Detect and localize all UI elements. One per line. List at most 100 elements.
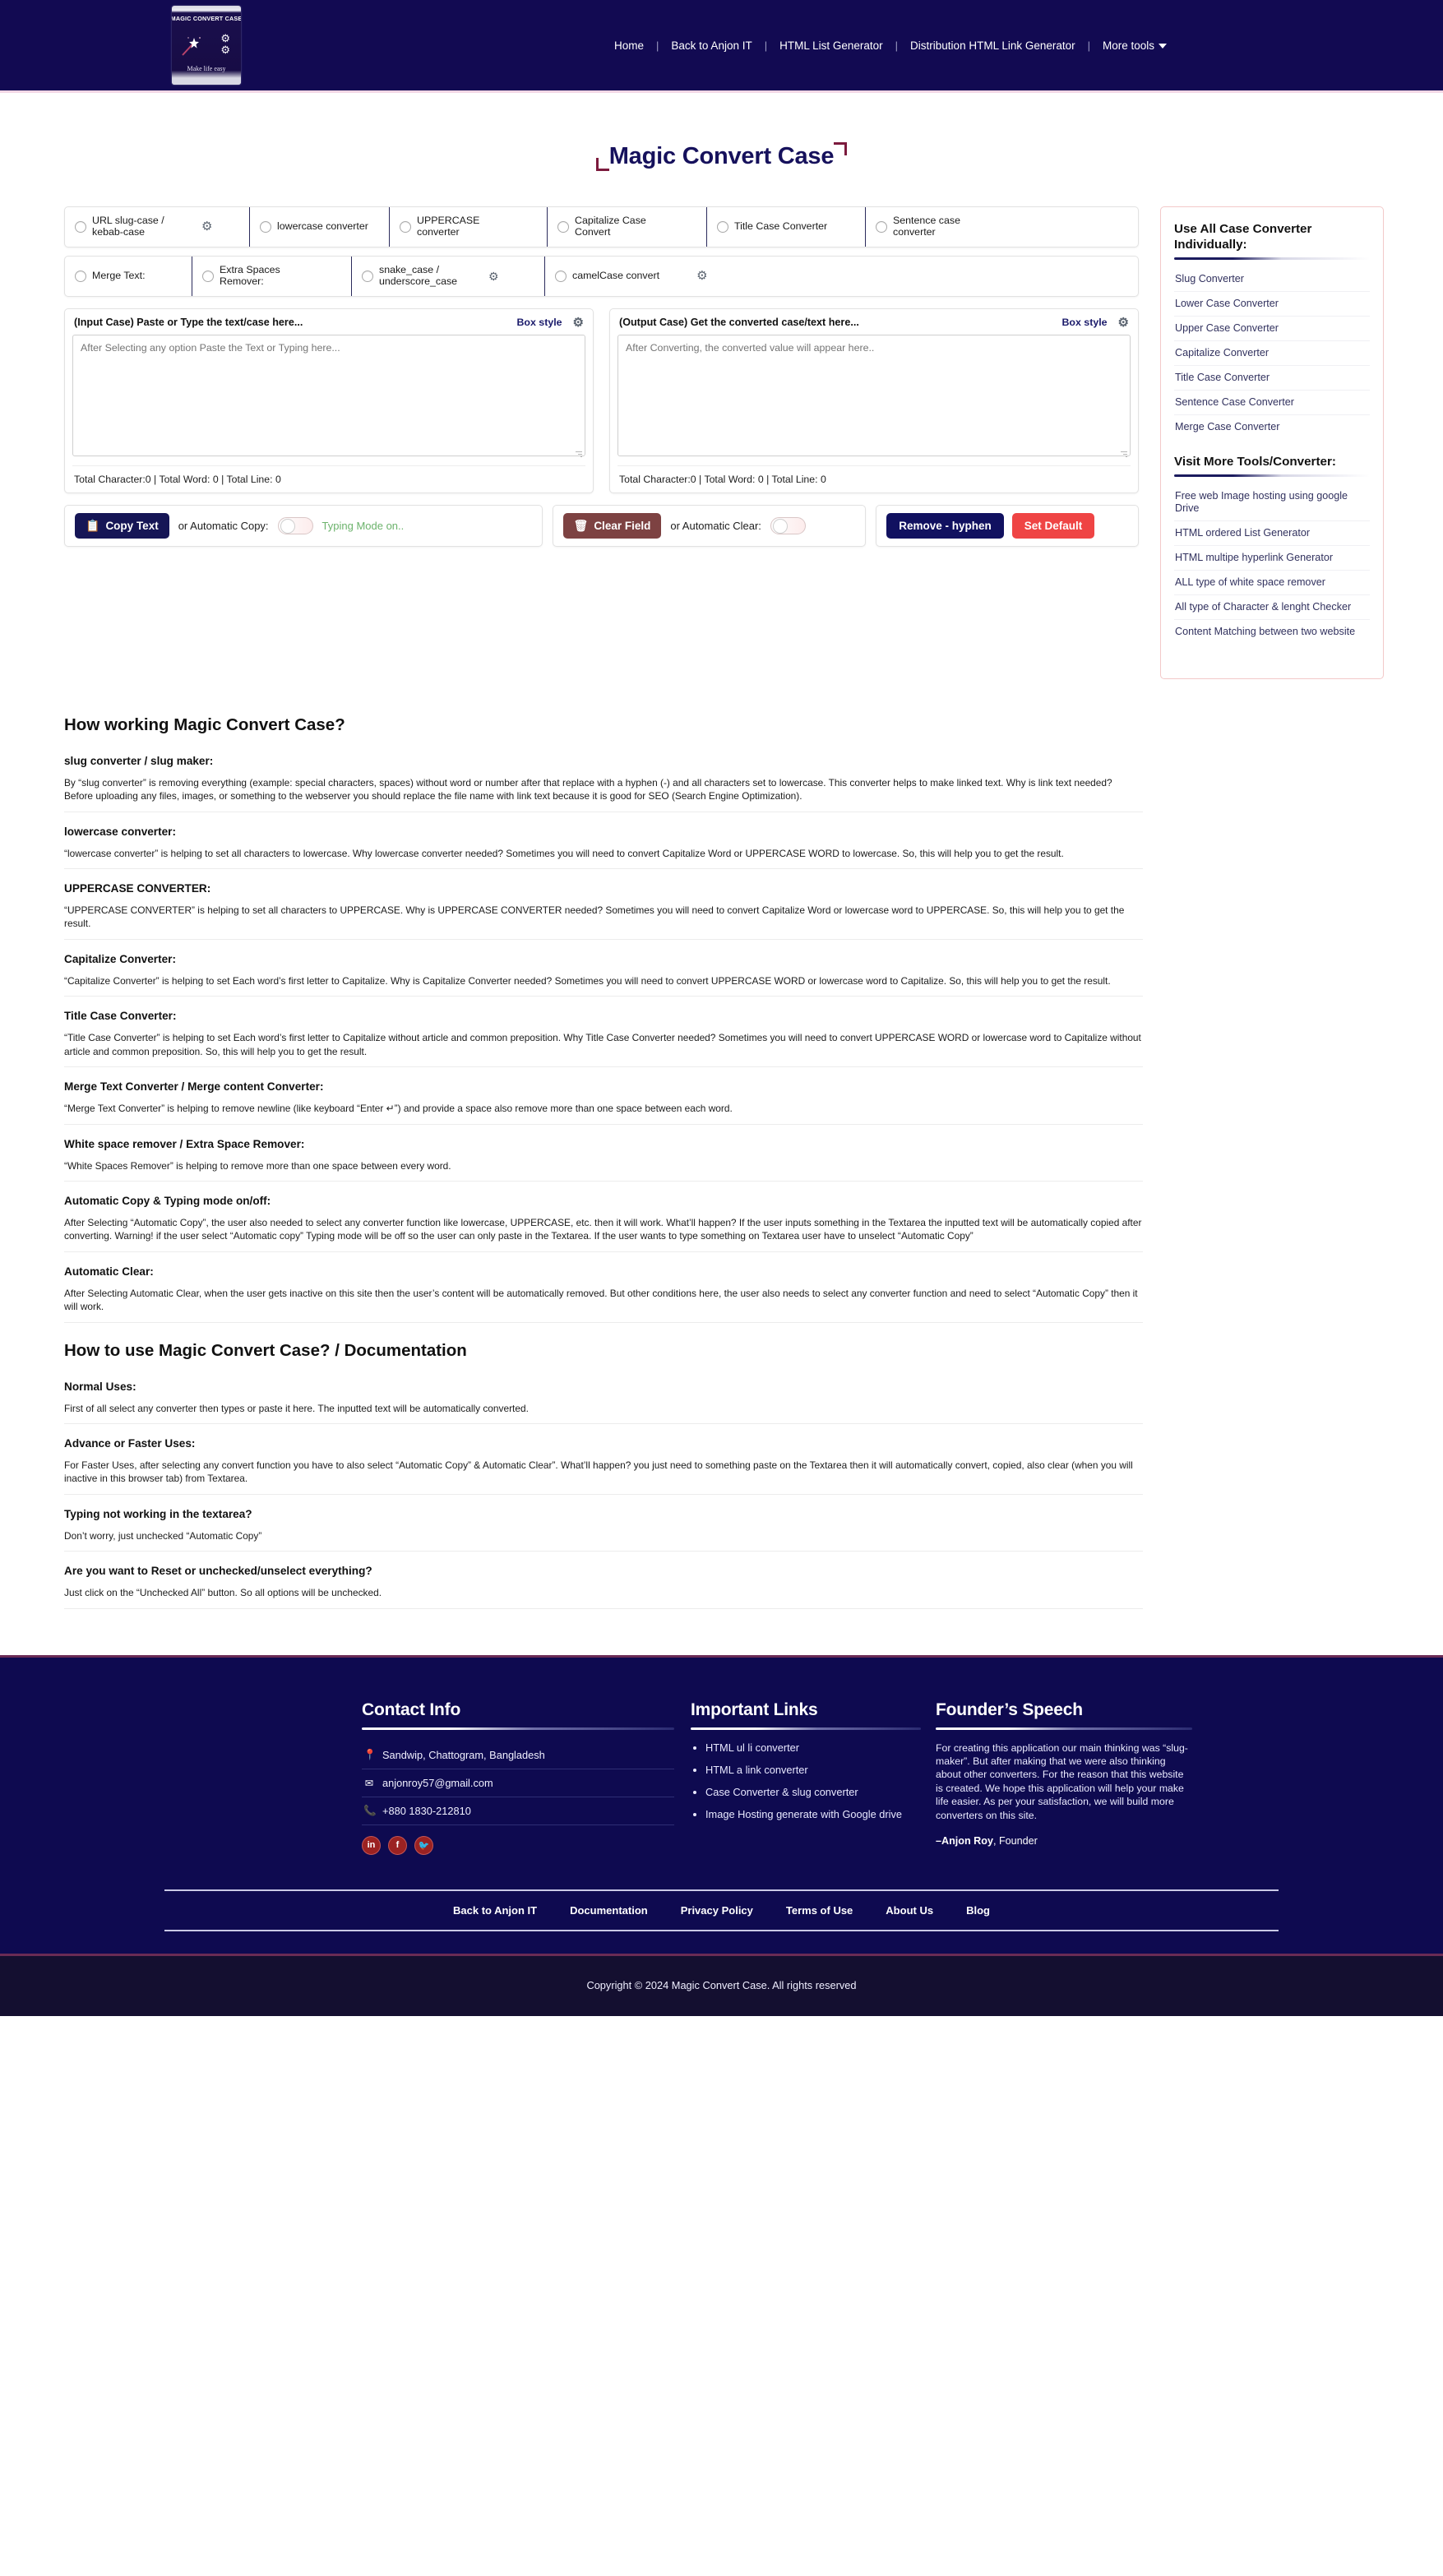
footer-link-case-slug-converter[interactable]: Case Converter & slug converter bbox=[705, 1786, 858, 1798]
nav-link-home[interactable]: Home bbox=[602, 39, 656, 52]
gear-icon[interactable]: ⚙ bbox=[201, 220, 212, 233]
list-item[interactable]: Free web Image hosting using google Driv… bbox=[1174, 484, 1370, 521]
radio-sentence-case[interactable] bbox=[876, 220, 887, 233]
set-default-button[interactable]: Set Default bbox=[1011, 512, 1095, 539]
copy-text-button[interactable]: 📋 Copy Text bbox=[75, 512, 169, 539]
remove-hyphen-button[interactable]: Remove - hyphen bbox=[886, 512, 1004, 539]
list-item[interactable]: HTML ul li converter bbox=[705, 1741, 921, 1755]
radio-slug-case[interactable] bbox=[75, 220, 86, 233]
option-extra-spaces-remover[interactable]: Extra Spaces Remover: bbox=[192, 256, 352, 296]
sidebar-link-white-space-remover[interactable]: ALL type of white space remover bbox=[1174, 571, 1370, 594]
contact-email[interactable]: anjonroy57@gmail.com bbox=[382, 1777, 493, 1789]
input-box-style-control[interactable]: Box style ⚙ bbox=[516, 317, 584, 329]
sidebar-link-merge-case-converter[interactable]: Merge Case Converter bbox=[1174, 415, 1370, 439]
list-item[interactable]: Upper Case Converter bbox=[1174, 317, 1370, 341]
footer-link-ul-li-converter[interactable]: HTML ul li converter bbox=[705, 1741, 799, 1754]
sidebar-link-ordered-list-generator[interactable]: HTML ordered List Generator bbox=[1174, 521, 1370, 545]
box-style-label: Box style bbox=[516, 317, 562, 329]
article-heading-how-working: How working Magic Convert Case? bbox=[64, 715, 345, 734]
list-item[interactable]: HTML a link converter bbox=[705, 1764, 921, 1777]
radio-title-case[interactable] bbox=[717, 220, 728, 233]
list-item[interactable]: Image Hosting generate with Google drive bbox=[705, 1808, 921, 1821]
footer-link-image-hosting[interactable]: Image Hosting generate with Google drive bbox=[705, 1808, 902, 1820]
sidebar-link-slug-converter[interactable]: Slug Converter bbox=[1174, 267, 1370, 291]
footer-nav-privacy-policy[interactable]: Privacy Policy bbox=[681, 1904, 753, 1917]
output-textarea[interactable] bbox=[617, 334, 1131, 456]
radio-uppercase[interactable] bbox=[400, 220, 411, 233]
list-item[interactable]: HTML ordered List Generator bbox=[1174, 521, 1370, 546]
output-box-style-control[interactable]: Box style ⚙ bbox=[1061, 317, 1129, 329]
footer-link-a-link-converter[interactable]: HTML a link converter bbox=[705, 1764, 808, 1776]
footer-nav-documentation[interactable]: Documentation bbox=[570, 1904, 648, 1917]
gear-icon[interactable]: ⚙ bbox=[488, 271, 499, 282]
contact-phone-row[interactable]: 📞 +880 1830-212810 bbox=[362, 1797, 674, 1825]
section-title: Title Case Converter: bbox=[64, 1010, 177, 1023]
list-item[interactable]: HTML multipe hyperlink Generator bbox=[1174, 546, 1370, 571]
section-body: For Faster Uses, after selecting any con… bbox=[64, 1459, 1133, 1485]
main-navigation[interactable]: Home | Back to Anjon IT | HTML List Gene… bbox=[602, 39, 1179, 52]
list-item[interactable]: Case Converter & slug converter bbox=[705, 1786, 921, 1799]
list-item[interactable]: Sentence Case Converter bbox=[1174, 391, 1370, 415]
list-item[interactable]: Merge Case Converter bbox=[1174, 415, 1370, 439]
social-links: in f 🐦 bbox=[362, 1825, 674, 1855]
copy-icon: 📋 bbox=[86, 519, 100, 533]
linkedin-icon[interactable]: in bbox=[362, 1835, 381, 1855]
footer-nav-back-to-anjon-it[interactable]: Back to Anjon IT bbox=[453, 1904, 537, 1917]
radio-snake-case[interactable] bbox=[362, 270, 373, 282]
option-camel-case[interactable]: camelCase convert ⚙ bbox=[545, 257, 742, 296]
option-snake-case[interactable]: snake_case / underscore_case ⚙ bbox=[352, 256, 545, 296]
option-uppercase[interactable]: UPPERCASE converter bbox=[390, 206, 548, 247]
sidebar-link-content-matching[interactable]: Content Matching between two website bbox=[1174, 620, 1370, 644]
input-textarea[interactable] bbox=[72, 334, 585, 456]
sidebar-link-sentence-case-converter[interactable]: Sentence Case Converter bbox=[1174, 391, 1370, 414]
footer-nav-terms-of-use[interactable]: Terms of Use bbox=[786, 1904, 853, 1917]
contact-email-row[interactable]: ✉ anjonroy57@gmail.com bbox=[362, 1769, 674, 1797]
article-section-merge-text: Merge Text Converter / Merge content Con… bbox=[64, 1080, 1143, 1125]
sidebar-link-title-case-converter[interactable]: Title Case Converter bbox=[1174, 366, 1370, 390]
option-title-case[interactable]: Title Case Converter bbox=[707, 206, 866, 247]
sidebar-link-character-length-checker[interactable]: All type of Character & lenght Checker bbox=[1174, 595, 1370, 619]
clear-field-button[interactable]: 🗑 Clear Field bbox=[562, 512, 662, 539]
list-item[interactable]: Title Case Converter bbox=[1174, 366, 1370, 391]
radio-merge-text[interactable] bbox=[75, 270, 86, 282]
section-title: slug converter / slug maker: bbox=[64, 754, 214, 767]
option-lowercase[interactable]: lowercase converter bbox=[250, 206, 390, 247]
radio-lowercase[interactable] bbox=[260, 220, 271, 233]
option-slug-case[interactable]: URL slug-case / kebab-case ⚙ bbox=[65, 206, 250, 247]
option-sentence-case[interactable]: Sentence case converter bbox=[866, 207, 1030, 247]
sidebar-link-upper-case-converter[interactable]: Upper Case Converter bbox=[1174, 317, 1370, 340]
sidebar-link-capitalize-converter[interactable]: Capitalize Converter bbox=[1174, 341, 1370, 365]
gear-icon[interactable]: ⚙ bbox=[1118, 317, 1129, 329]
gear-icon[interactable]: ⚙ bbox=[573, 317, 584, 329]
auto-copy-toggle[interactable] bbox=[277, 516, 313, 534]
option-merge-text[interactable]: Merge Text: bbox=[65, 256, 192, 296]
site-logo[interactable]: MAGIC CONVERT CASE ⚙ ⚙ Make life easy bbox=[169, 2, 244, 88]
list-item[interactable]: Slug Converter bbox=[1174, 267, 1370, 292]
list-item[interactable]: ALL type of white space remover bbox=[1174, 571, 1370, 595]
nav-link-html-list-generator[interactable]: HTML List Generator bbox=[767, 39, 895, 52]
list-item[interactable]: Lower Case Converter bbox=[1174, 292, 1370, 317]
nav-link-back-to-anjon-it[interactable]: Back to Anjon IT bbox=[659, 39, 764, 52]
list-item[interactable]: Content Matching between two website bbox=[1174, 620, 1370, 644]
footer-nav-blog[interactable]: Blog bbox=[966, 1904, 990, 1917]
list-item[interactable]: All type of Character & lenght Checker bbox=[1174, 595, 1370, 620]
footer-nav-about-us[interactable]: About Us bbox=[886, 1904, 933, 1917]
radio-capitalize-case[interactable] bbox=[557, 220, 569, 233]
sidebar-link-multiple-hyperlink-generator[interactable]: HTML multipe hyperlink Generator bbox=[1174, 546, 1370, 570]
twitter-icon[interactable]: 🐦 bbox=[414, 1835, 433, 1855]
radio-camel-case[interactable] bbox=[555, 270, 567, 282]
nav-link-distribution-html-link-generator[interactable]: Distribution HTML Link Generator bbox=[898, 39, 1088, 52]
sidebar-link-image-hosting[interactable]: Free web Image hosting using google Driv… bbox=[1174, 484, 1370, 520]
radio-extra-spaces-remover[interactable] bbox=[202, 270, 214, 282]
list-item[interactable]: Capitalize Converter bbox=[1174, 341, 1370, 366]
nav-link-more-tools[interactable]: More tools bbox=[1090, 39, 1179, 52]
section-body: Don’t worry, just unchecked “Automatic C… bbox=[64, 1529, 262, 1542]
sidebar-link-lower-case-converter[interactable]: Lower Case Converter bbox=[1174, 292, 1370, 316]
section-title: Capitalize Converter: bbox=[64, 952, 176, 965]
gear-icon[interactable]: ⚙ bbox=[696, 270, 707, 282]
auto-clear-toggle[interactable] bbox=[770, 516, 806, 534]
contact-phone[interactable]: +880 1830-212810 bbox=[382, 1805, 471, 1817]
howto-section-reset: Are you want to Reset or unchecked/unsel… bbox=[64, 1565, 1143, 1609]
option-capitalize-case[interactable]: Capitalize Case Convert bbox=[548, 206, 707, 247]
facebook-icon[interactable]: f bbox=[388, 1835, 407, 1855]
